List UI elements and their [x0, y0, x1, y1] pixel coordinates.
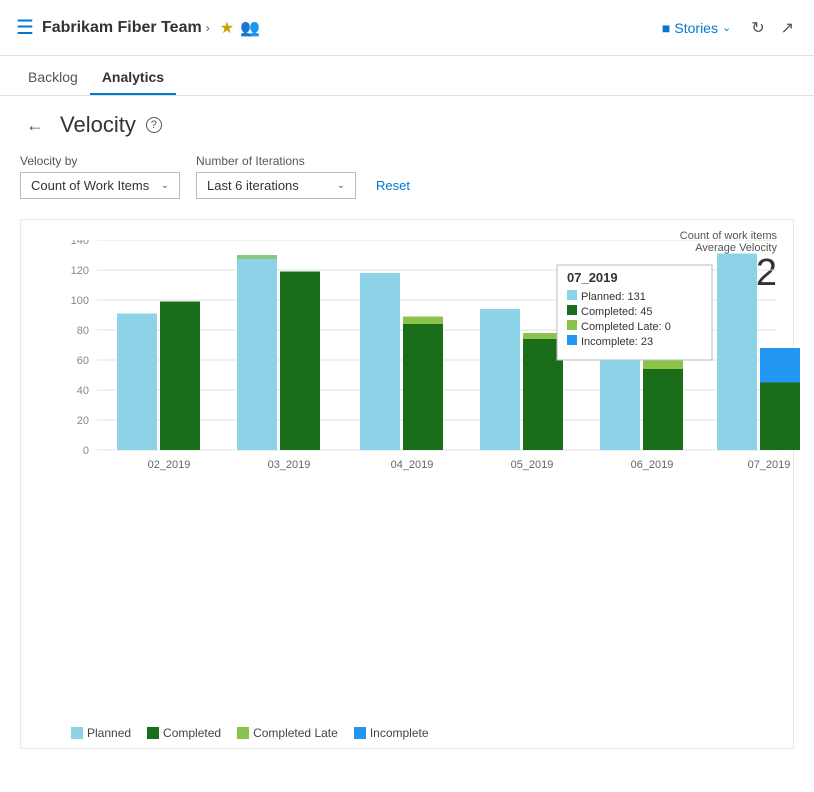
svg-text:Completed Late: 0: Completed Late: 0 — [581, 321, 671, 333]
bar-03-planned — [237, 255, 277, 450]
stories-dropdown-btn[interactable]: ■ Stories ⌄ — [654, 16, 739, 40]
bar-05-planned — [480, 309, 520, 450]
back-button[interactable]: ← — [20, 113, 50, 138]
legend-incomplete-box — [354, 727, 366, 739]
bar-04-completed — [403, 324, 443, 450]
favorite-star-icon[interactable]: ★ — [220, 18, 234, 38]
app-icon: ☰ — [16, 15, 34, 40]
tab-analytics[interactable]: Analytics — [90, 61, 176, 95]
page-title: Velocity — [60, 112, 136, 138]
bar-02-completed — [160, 302, 200, 451]
bar-07-incomplete — [760, 348, 800, 383]
svg-text:07_2019: 07_2019 — [567, 270, 618, 285]
legend-completed-late: Completed Late — [237, 726, 338, 740]
svg-text:02_2019: 02_2019 — [148, 459, 191, 471]
iterations-label: Number of Iterations — [196, 154, 356, 168]
header-right: ■ Stories ⌄ ↻ ↗ — [654, 14, 798, 42]
svg-text:06_2019: 06_2019 — [631, 459, 674, 471]
bar-07-planned — [717, 254, 757, 451]
legend-completed: Completed — [147, 726, 221, 740]
bar-04-planned — [360, 273, 400, 450]
velocity-by-dropdown[interactable]: Count of Work Items ⌄ — [20, 172, 180, 199]
tab-backlog[interactable]: Backlog — [16, 61, 90, 95]
help-icon[interactable]: ? — [146, 117, 162, 133]
iterations-dropdown[interactable]: Last 6 iterations ⌄ — [196, 172, 356, 199]
chart-legend: Planned Completed Completed Late Incompl… — [71, 726, 429, 740]
svg-text:Planned: 131: Planned: 131 — [581, 291, 646, 303]
nav-tabs: Backlog Analytics — [0, 56, 814, 96]
app-header: ☰ Fabrikam Fiber Team › ★ 👥 ■ Stories ⌄ … — [0, 0, 814, 56]
legend-planned-label: Planned — [87, 726, 131, 740]
bar-03-completed — [280, 272, 320, 451]
bar-06-completed — [643, 369, 683, 450]
svg-text:07_2019: 07_2019 — [748, 459, 791, 471]
expand-btn[interactable]: ↗ — [777, 14, 798, 42]
svg-text:80: 80 — [77, 325, 89, 337]
iterations-control: Number of Iterations Last 6 iterations ⌄ — [196, 154, 356, 199]
velocity-by-control: Velocity by Count of Work Items ⌄ — [20, 154, 180, 199]
svg-text:Incomplete: 23: Incomplete: 23 — [581, 336, 653, 348]
velocity-chart: 140 120 100 80 60 40 20 0 02_2019 — [71, 240, 814, 670]
legend-incomplete: Incomplete — [354, 726, 429, 740]
legend-completed-label: Completed — [163, 726, 221, 740]
stories-icon: ■ — [662, 20, 670, 36]
svg-text:04_2019: 04_2019 — [391, 459, 434, 471]
velocity-by-chevron-icon: ⌄ — [161, 180, 169, 191]
team-members-icon[interactable]: 👥 — [240, 18, 260, 38]
chart-area: Count of work items Average Velocity 92 … — [20, 219, 794, 749]
bar-07-completed — [760, 383, 800, 451]
legend-incomplete-label: Incomplete — [370, 726, 429, 740]
svg-text:60: 60 — [77, 355, 89, 367]
page-content: ← Velocity ? Velocity by Count of Work I… — [0, 96, 814, 765]
bar-04-completed-late — [403, 317, 443, 325]
svg-text:0: 0 — [83, 445, 89, 457]
team-name: Fabrikam Fiber Team — [42, 19, 202, 37]
stories-label: Stories — [674, 20, 718, 36]
svg-text:Completed: 45: Completed: 45 — [581, 306, 653, 318]
team-chevron-icon[interactable]: › — [206, 21, 210, 35]
refresh-btn[interactable]: ↻ — [747, 14, 768, 42]
controls: Velocity by Count of Work Items ⌄ Number… — [20, 154, 794, 199]
svg-text:140: 140 — [71, 240, 89, 247]
stories-chevron-icon: ⌄ — [722, 21, 731, 34]
legend-planned-box — [71, 727, 83, 739]
velocity-by-label: Velocity by — [20, 154, 180, 168]
legend-planned: Planned — [71, 726, 131, 740]
svg-text:40: 40 — [77, 385, 89, 397]
svg-text:120: 120 — [71, 265, 89, 277]
legend-completed-box — [147, 727, 159, 739]
iterations-value: Last 6 iterations — [207, 178, 299, 193]
reset-button[interactable]: Reset — [372, 173, 414, 198]
iterations-chevron-icon: ⌄ — [337, 180, 345, 191]
legend-completed-late-label: Completed Late — [253, 726, 338, 740]
page-header: ← Velocity ? — [20, 112, 794, 138]
legend-completed-late-box — [237, 727, 249, 739]
velocity-by-value: Count of Work Items — [31, 178, 149, 193]
bar-02-planned — [117, 314, 157, 451]
svg-text:03_2019: 03_2019 — [268, 459, 311, 471]
svg-text:20: 20 — [77, 415, 89, 427]
svg-text:100: 100 — [71, 295, 89, 307]
bar-03-completed-late — [237, 255, 277, 259]
svg-text:05_2019: 05_2019 — [511, 459, 554, 471]
